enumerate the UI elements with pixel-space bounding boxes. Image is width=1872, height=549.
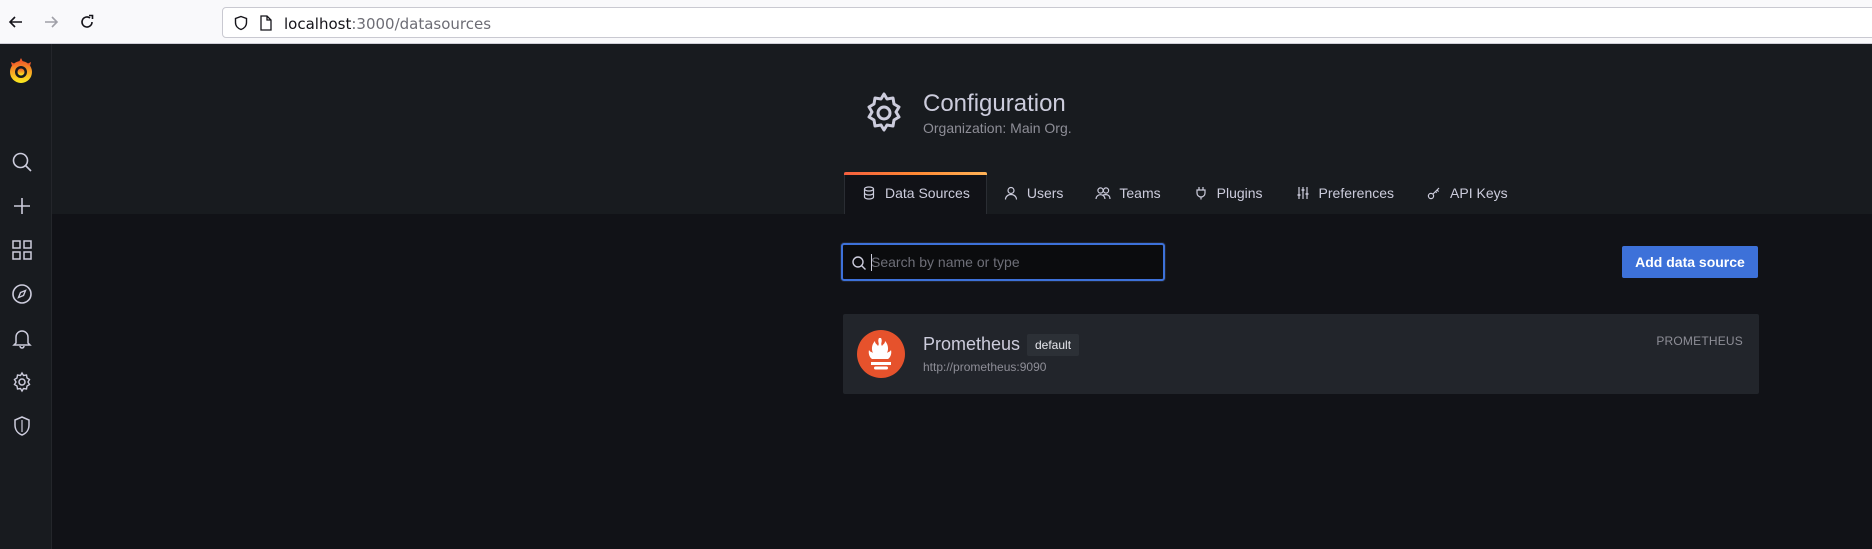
- tab-preferences[interactable]: Preferences: [1279, 172, 1410, 214]
- shield-icon[interactable]: [233, 15, 249, 35]
- tab-label: Preferences: [1318, 185, 1395, 201]
- configuration-gear-icon[interactable]: [10, 370, 34, 394]
- side-nav: [0, 44, 52, 549]
- datasource-name: Prometheus: [923, 334, 1021, 354]
- grafana-logo[interactable]: [6, 56, 36, 86]
- tab-plugins[interactable]: Plugins: [1177, 172, 1279, 214]
- config-tabs: Data Sources Users Teams Plugins Prefere…: [844, 172, 1524, 214]
- server-admin-shield-icon[interactable]: [10, 414, 34, 438]
- tab-label: Plugins: [1216, 185, 1263, 201]
- database-icon: [861, 185, 877, 201]
- tab-label: Data Sources: [885, 185, 970, 201]
- back-arrow-icon[interactable]: [4, 10, 28, 34]
- url-text: localhost:3000/datasources: [284, 15, 492, 33]
- tab-label: API Keys: [1450, 185, 1508, 201]
- users-icon: [1095, 185, 1111, 201]
- search-input[interactable]: [871, 245, 1161, 279]
- page-subtitle: Organization: Main Org.: [923, 120, 1072, 136]
- tab-api-keys[interactable]: API Keys: [1410, 172, 1524, 214]
- explore-compass-icon[interactable]: [10, 282, 34, 306]
- page-title: Configuration: [923, 90, 1066, 117]
- search-icon: [851, 255, 867, 271]
- tab-users[interactable]: Users: [987, 172, 1080, 214]
- plus-icon[interactable]: [10, 194, 34, 218]
- prometheus-logo: [857, 330, 905, 378]
- url-bar[interactable]: localhost:3000/datasources: [222, 7, 1872, 38]
- browser-toolbar: localhost:3000/datasources: [0, 0, 1872, 44]
- plug-icon: [1193, 185, 1209, 201]
- gear-icon: [862, 91, 906, 135]
- search-icon[interactable]: [10, 150, 34, 174]
- page-icon[interactable]: [259, 15, 273, 35]
- key-icon: [1426, 185, 1442, 201]
- tab-label: Teams: [1119, 185, 1161, 201]
- alerting-bell-icon[interactable]: [10, 326, 34, 350]
- dashboards-icon[interactable]: [10, 238, 34, 262]
- default-badge: default: [1027, 334, 1080, 356]
- reload-icon[interactable]: [75, 10, 99, 34]
- forward-arrow-icon[interactable]: [39, 10, 63, 34]
- tab-data-sources[interactable]: Data Sources: [844, 172, 987, 214]
- datasource-url: http://prometheus:9090: [923, 360, 1047, 374]
- datasource-card[interactable]: Prometheus default http://prometheus:909…: [843, 314, 1759, 394]
- text-caret: [871, 254, 872, 271]
- tab-label: Users: [1026, 185, 1064, 201]
- search-field[interactable]: [841, 243, 1165, 281]
- add-data-source-button[interactable]: Add data source: [1622, 246, 1758, 278]
- datasource-type: PROMETHEUS: [1656, 334, 1743, 348]
- user-icon: [1003, 185, 1019, 201]
- sliders-icon: [1295, 185, 1311, 201]
- tab-teams[interactable]: Teams: [1079, 172, 1176, 214]
